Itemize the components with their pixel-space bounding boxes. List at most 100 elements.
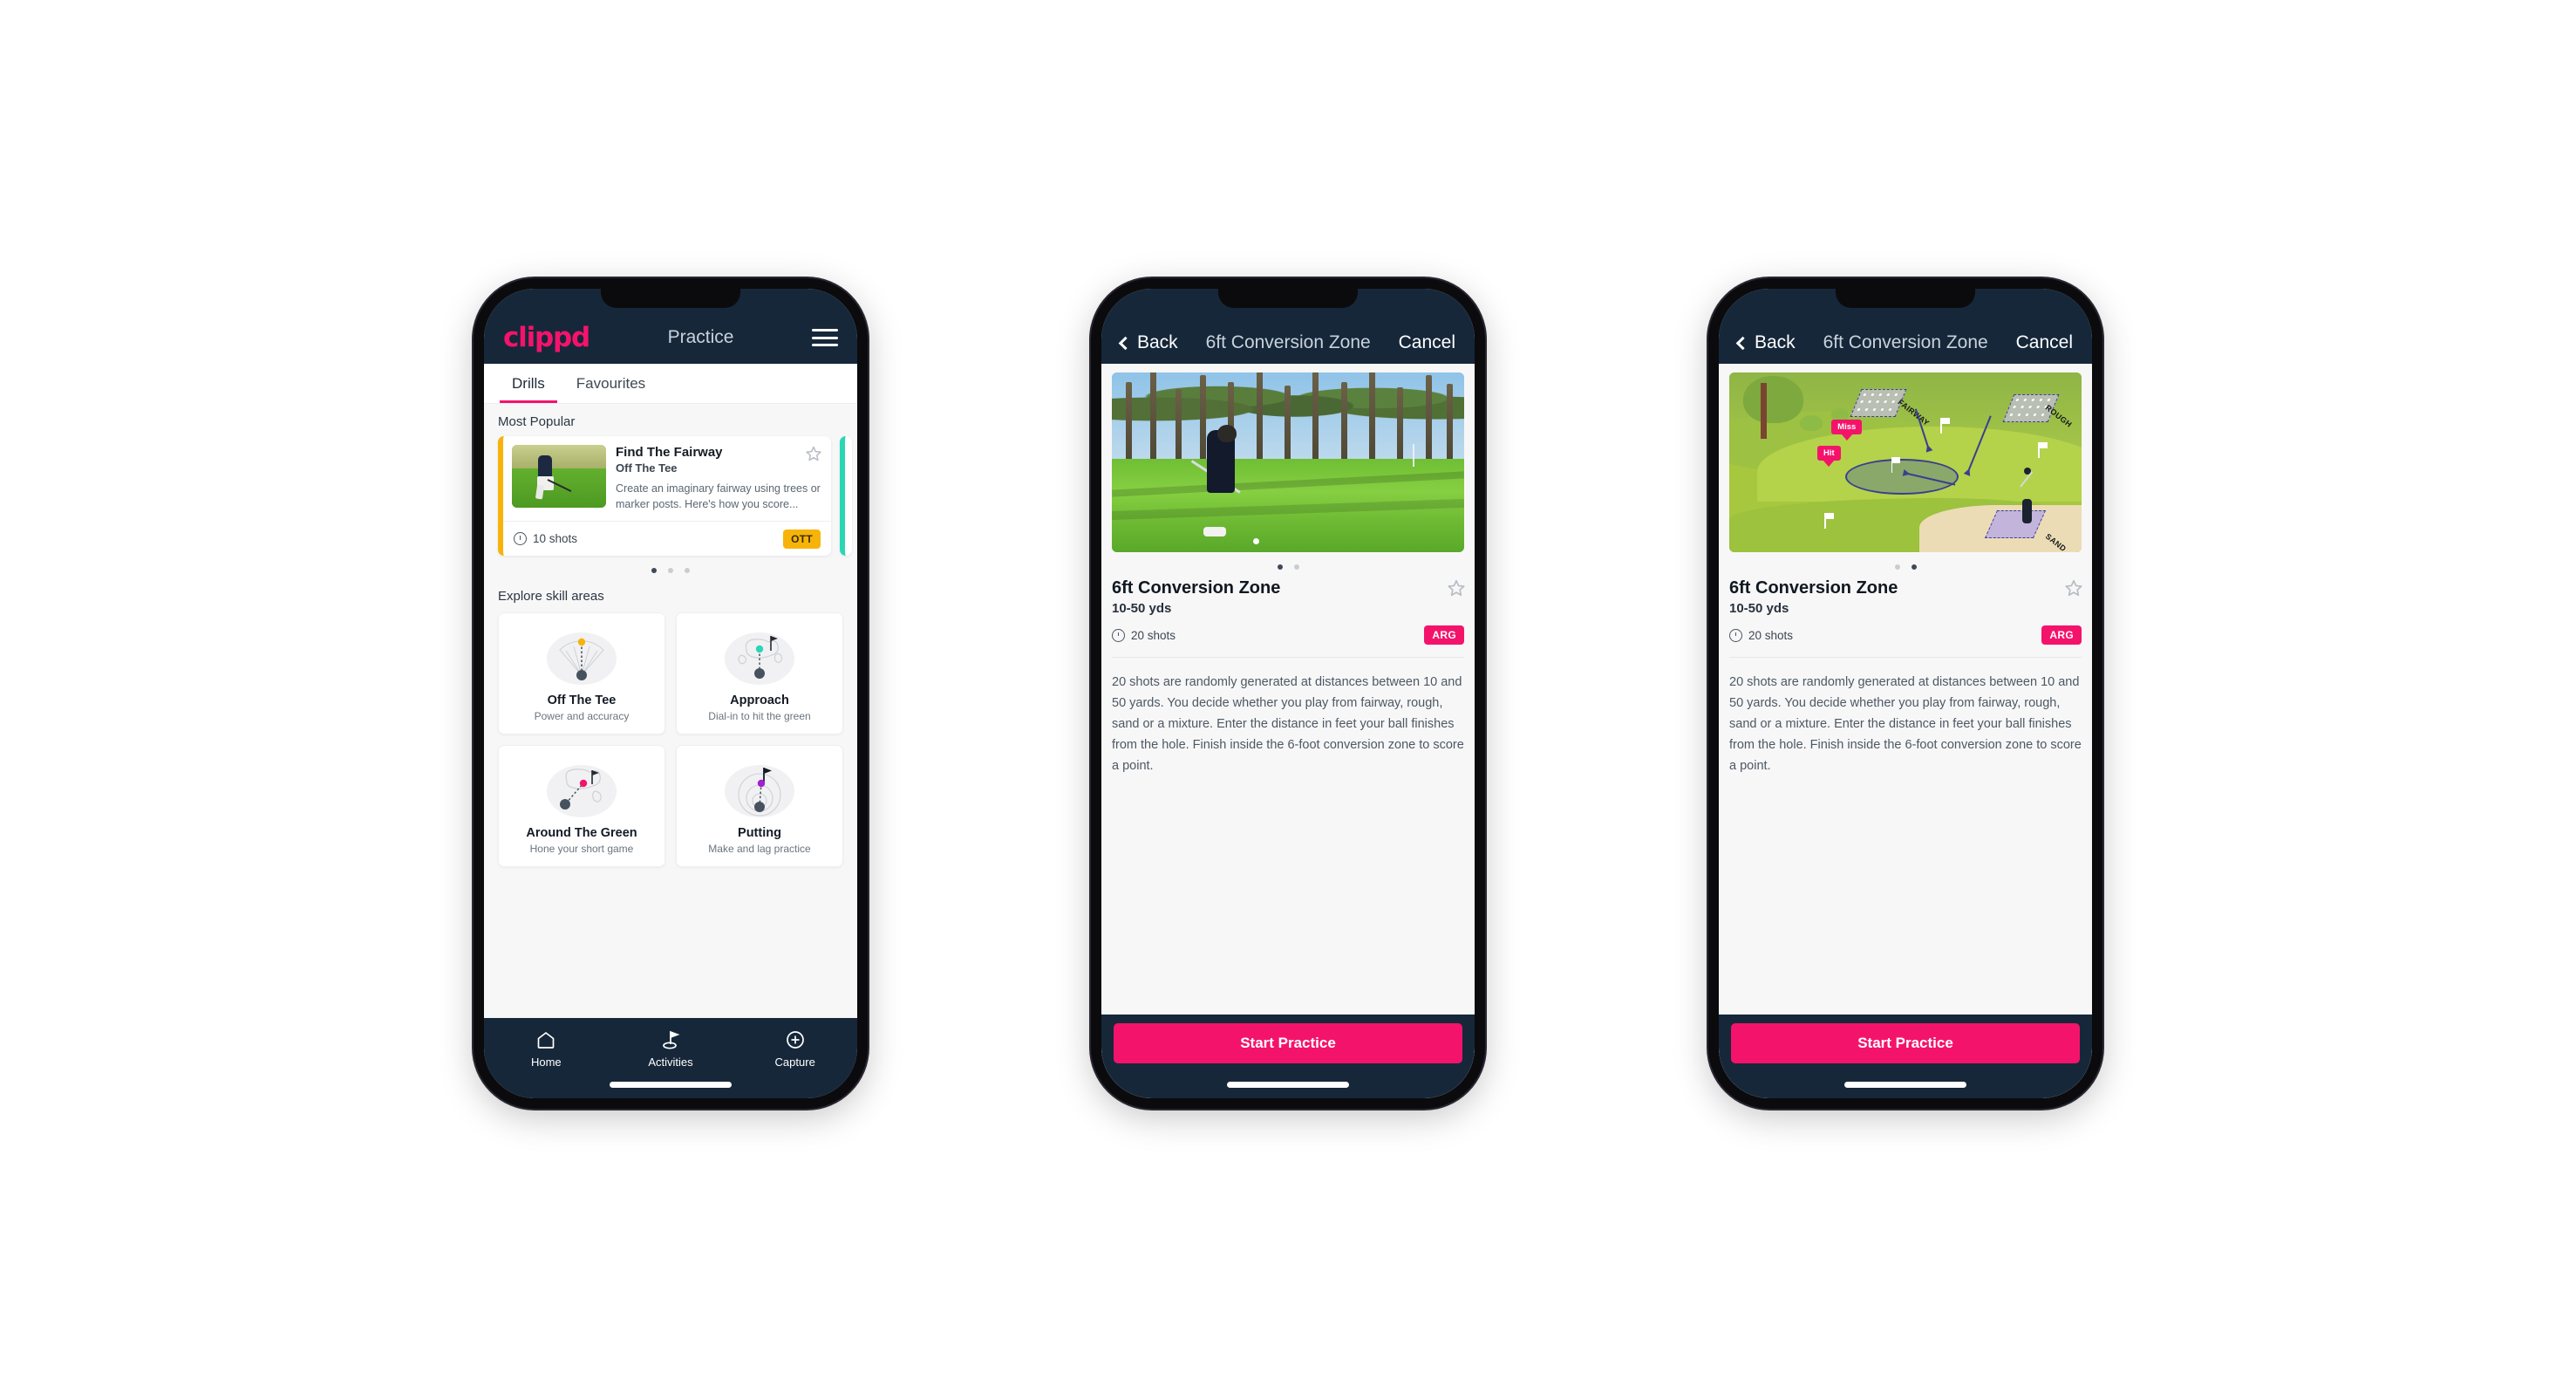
status-badge: ARG	[1424, 625, 1464, 645]
drill-header-row: 6ft Conversion Zone 10-50 yds	[1112, 578, 1465, 616]
carousel-dots[interactable]	[484, 556, 857, 578]
detail-title: 6ft Conversion Zone	[1823, 332, 1988, 352]
drill-media-photo[interactable]	[1112, 372, 1464, 552]
pin-flag-icon	[2037, 442, 2046, 459]
phone-2-sheet: 6ft Conversion Zone 10-50 yds 20 shots A…	[1101, 364, 1475, 1098]
drill-card[interactable]: Find The Fairway Off The Tee Create an i…	[498, 436, 831, 557]
drill-title: Find The Fairway	[616, 445, 723, 460]
nav-label: Home	[530, 1056, 562, 1069]
drill-shots: 10 shots	[514, 532, 577, 546]
nav-label: Capture	[774, 1056, 815, 1069]
home-indicator	[1844, 1082, 1966, 1088]
pin-flag-icon	[1891, 456, 1899, 473]
phone-1-screen: clippd Practice Drills Favourites Most P…	[484, 289, 857, 1098]
screenshot-stage: clippd Practice Drills Favourites Most P…	[0, 0, 2576, 1387]
phone-2-content: 6ft Conversion Zone 10-50 yds 20 shots A…	[1101, 364, 1475, 1015]
pin-flag-icon	[1824, 512, 1832, 529]
cancel-button[interactable]: Cancel	[1399, 332, 1455, 353]
tee-fan-icon	[504, 625, 659, 688]
back-button[interactable]: Back	[1735, 332, 1796, 353]
tab-favourites[interactable]: Favourites	[561, 364, 661, 403]
skill-card-putting[interactable]: Putting Make and lag practice	[676, 745, 843, 868]
star-outline-icon[interactable]	[805, 445, 822, 462]
drill-detail-title: 6ft Conversion Zone	[1112, 578, 1281, 598]
clippd-logo[interactable]: clippd	[503, 322, 590, 353]
carousel-dot-2[interactable]	[668, 568, 673, 574]
nav-item-home[interactable]: Home	[484, 1028, 609, 1069]
skill-card-approach[interactable]: Approach Dial-in to hit the green	[676, 612, 843, 735]
phone-2-screen: Back 6ft Conversion Zone Cancel 6ft Conv…	[1101, 289, 1475, 1098]
drill-shots-label: 20 shots	[1131, 628, 1176, 642]
skill-desc: Hone your short game	[529, 843, 634, 856]
start-practice-button[interactable]: Start Practice	[1731, 1023, 2080, 1063]
skill-name: Approach	[730, 694, 789, 708]
carousel-dot-3[interactable]	[685, 568, 690, 574]
device-notch	[601, 289, 740, 308]
tree-row	[1112, 372, 1464, 467]
status-badge: ARG	[2041, 625, 2082, 645]
phone-3-sheet: FAIRWAY ROUGH Miss Hit SAND 6ft Conversi…	[1719, 364, 2092, 1098]
skill-desc: Make and lag practice	[708, 843, 811, 856]
hit-tag: Hit	[1817, 446, 1841, 461]
golfer-figure	[2022, 499, 2033, 524]
drill-shots: 20 shots	[1729, 628, 1794, 642]
phone-3-drill-detail-illustration: Back 6ft Conversion Zone Cancel FAIRWAY …	[1708, 278, 2102, 1109]
back-label: Back	[1755, 332, 1796, 352]
page-title: Practice	[667, 327, 734, 347]
approach-green-icon	[682, 625, 837, 688]
drill-card-next-peek[interactable]	[840, 436, 852, 557]
drill-description: 20 shots are randomly generated at dista…	[1729, 675, 2082, 774]
carousel-dot-2[interactable]	[1293, 564, 1299, 570]
back-label: Back	[1137, 332, 1178, 352]
skill-areas-grid: Off The Tee Power and accuracy Approach …	[484, 611, 857, 881]
status-badge: OTT	[783, 529, 821, 549]
skill-name: Around The Green	[526, 826, 637, 841]
back-button[interactable]: Back	[1118, 332, 1178, 353]
drill-detail-title: 6ft Conversion Zone	[1729, 578, 1898, 598]
golf-flag-icon	[609, 1028, 733, 1051]
phone-2-drill-detail-photo: Back 6ft Conversion Zone Cancel 6ft Conv…	[1091, 278, 1485, 1109]
media-carousel-dots[interactable]	[1729, 552, 2082, 578]
putting-rings-icon	[682, 758, 837, 821]
device-notch	[1836, 289, 1975, 308]
drills-carousel[interactable]: Find The Fairway Off The Tee Create an i…	[484, 436, 857, 557]
start-practice-button[interactable]: Start Practice	[1114, 1023, 1462, 1063]
plus-circle-icon	[733, 1028, 857, 1051]
drill-meta-row: 20 shots ARG	[1729, 625, 2082, 645]
tab-drills[interactable]: Drills	[496, 364, 561, 403]
clock-icon	[1112, 628, 1125, 642]
around-green-icon	[504, 758, 659, 821]
carousel-dot-1[interactable]	[1894, 564, 1900, 570]
skill-card-off-the-tee[interactable]: Off The Tee Power and accuracy	[498, 612, 665, 735]
miss-tag: Miss	[1831, 419, 1863, 434]
home-indicator	[610, 1082, 732, 1088]
carousel-dot-1[interactable]	[651, 568, 657, 574]
drill-shots-label: 20 shots	[1748, 628, 1794, 642]
home-icon	[484, 1028, 609, 1051]
star-outline-icon[interactable]	[2064, 578, 2082, 597]
nav-item-capture[interactable]: Capture	[733, 1028, 857, 1069]
nav-item-activities[interactable]: Activities	[609, 1028, 733, 1069]
home-indicator	[1227, 1082, 1349, 1088]
skill-desc: Dial-in to hit the green	[708, 710, 811, 723]
bush-icon	[1799, 415, 1823, 432]
cancel-button[interactable]: Cancel	[2016, 332, 2073, 353]
media-carousel-dots[interactable]	[1112, 552, 1464, 578]
chevron-left-icon	[1118, 336, 1133, 350]
clock-icon	[1729, 628, 1742, 642]
skill-name: Off The Tee	[547, 694, 617, 708]
golf-course-diagram: FAIRWAY ROUGH Miss Hit SAND	[1729, 372, 2082, 552]
carousel-dot-2[interactable]	[1911, 564, 1917, 570]
detail-title: 6ft Conversion Zone	[1205, 332, 1371, 352]
carousel-dot-1[interactable]	[1277, 564, 1283, 570]
nav-label: Activities	[648, 1056, 693, 1069]
drill-media-illustration[interactable]: FAIRWAY ROUGH Miss Hit SAND	[1729, 372, 2082, 552]
skill-card-around-the-green[interactable]: Around The Green Hone your short game	[498, 745, 665, 868]
tab-bar: Drills Favourites	[484, 364, 857, 404]
skill-desc: Power and accuracy	[534, 710, 630, 723]
section-most-popular-label: Most Popular	[498, 414, 576, 429]
star-outline-icon[interactable]	[1447, 578, 1465, 597]
hamburger-menu-icon[interactable]	[812, 329, 838, 346]
phone-3-screen: Back 6ft Conversion Zone Cancel FAIRWAY …	[1719, 289, 2092, 1098]
drill-description: 20 shots are randomly generated at dista…	[1112, 675, 1464, 774]
